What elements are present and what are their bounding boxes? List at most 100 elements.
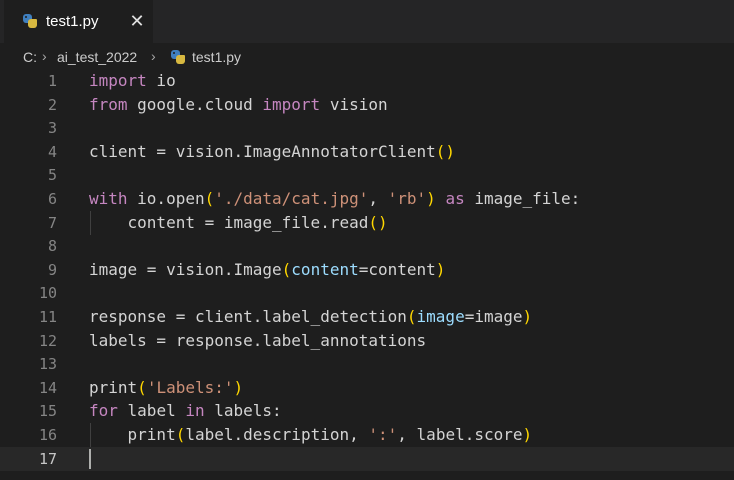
line-number: 10 <box>38 284 57 303</box>
code-token: () <box>368 212 388 232</box>
line-number: 1 <box>47 72 57 90</box>
breadcrumb-folder[interactable]: ai_test_2022 <box>57 48 137 66</box>
code-token: content <box>291 259 359 279</box>
line-number: 13 <box>38 355 57 374</box>
code-token: ) <box>426 189 436 208</box>
code-token: ) <box>233 377 244 397</box>
line-code: content = image_file.read() <box>89 211 388 235</box>
code-token: client = vision.ImageAnnotatorClient <box>89 141 436 161</box>
line-number: 15 <box>38 402 57 421</box>
line-number: 11 <box>38 308 57 326</box>
code-line-1[interactable]: 1 import io <box>0 69 734 93</box>
chevron-right-icon: › <box>42 48 47 64</box>
code-line-6[interactable]: 6 with io.open('./data/cat.jpg', 'rb') as… <box>0 187 734 211</box>
code-token: io.open <box>127 189 205 208</box>
code-line-16[interactable]: 16 print(label.description, ':', label.s… <box>0 423 734 447</box>
code-token: ( <box>406 307 417 326</box>
breadcrumb-file[interactable]: test1.py <box>192 48 241 66</box>
line-code: for label in labels: <box>89 399 282 423</box>
code-token: label <box>117 401 186 421</box>
chevron-right-icon: › <box>151 48 156 64</box>
code-token: in <box>185 401 205 421</box>
code-editor-window: test1.py ✕ C: › ai_test_2022 › test1.py … <box>0 0 734 480</box>
code-token: vision <box>320 94 388 114</box>
code-token: google.cloud <box>127 94 263 114</box>
line-number: 8 <box>47 237 57 256</box>
code-token: ( <box>204 189 215 208</box>
code-token: ( <box>137 377 147 397</box>
python-file-icon <box>171 50 185 64</box>
close-icon[interactable]: ✕ <box>128 10 146 32</box>
line-number: 9 <box>47 260 57 279</box>
code-token: ) <box>522 425 533 444</box>
code-line-5[interactable]: 5 <box>0 163 734 187</box>
code-line-12[interactable]: 12 labels = response.label_annotations <box>0 329 734 353</box>
code-token: as <box>445 189 465 208</box>
code-line-9[interactable]: 9 image = vision.Image(content=content) <box>0 258 734 282</box>
code-line-10[interactable]: 10 <box>0 281 734 305</box>
code-token: content = image_file.read <box>89 212 369 232</box>
line-code: print('Labels:') <box>89 376 243 400</box>
line-number: 17 <box>38 449 57 468</box>
code-token: ) <box>435 259 446 279</box>
code-token: labels: <box>204 401 282 421</box>
code-line-15[interactable]: 15 for label in labels: <box>0 399 734 423</box>
line-number: 2 <box>47 95 57 114</box>
code-token: =content <box>358 259 436 279</box>
breadcrumb: C: › ai_test_2022 › test1.py <box>0 43 734 69</box>
code-token: with <box>89 189 128 208</box>
code-line-4[interactable]: 4 client = vision.ImageAnnotatorClient() <box>0 140 734 164</box>
line-code: response = client.label_detection(image=… <box>89 305 532 329</box>
code-token: 'rb' <box>387 189 427 208</box>
code-line-14[interactable]: 14 print('Labels:') <box>0 376 734 400</box>
code-token: label.description, <box>185 425 369 444</box>
line-number: 14 <box>38 378 57 397</box>
code-token: for <box>89 401 118 421</box>
code-token: labels = response.label_annotations <box>89 330 427 350</box>
line-number: 16 <box>38 426 57 444</box>
code-token: io <box>146 71 176 90</box>
code-line-13[interactable]: 13 <box>0 352 734 376</box>
code-line-17[interactable]: 17 <box>0 446 734 471</box>
code-token: ':' <box>368 425 398 444</box>
code-token: , <box>368 189 388 208</box>
code-line-3[interactable]: 3 <box>0 116 734 140</box>
code-token: print <box>89 425 176 444</box>
line-code: client = vision.ImageAnnotatorClient() <box>89 140 455 164</box>
code-token: ) <box>522 307 533 326</box>
tab-test1-py[interactable]: test1.py ✕ <box>4 0 153 43</box>
code-token: () <box>435 141 456 161</box>
line-code: print(label.description, ':', label.scor… <box>89 423 533 447</box>
code-token: ( <box>281 259 292 279</box>
code-token: image <box>416 307 465 326</box>
code-area[interactable]: 1 import io 2 from google.cloud import visi… <box>0 69 734 480</box>
code-token: , label.score <box>397 425 523 444</box>
code-token: response = client.label_detection <box>89 307 407 326</box>
code-token: =image <box>464 307 523 326</box>
code-token: import <box>262 94 321 114</box>
line-number: 12 <box>38 331 57 350</box>
text-cursor <box>89 448 91 469</box>
code-line-2[interactable]: 2 from google.cloud import vision <box>0 93 734 117</box>
tab-label: test1.py <box>46 13 99 30</box>
code-line-11[interactable]: 11 response = client.label_detection(imag… <box>0 305 734 329</box>
code-line-8[interactable]: 8 <box>0 234 734 258</box>
code-token: 'Labels:' <box>146 377 234 397</box>
python-file-icon <box>23 14 37 28</box>
code-line-7[interactable]: 7 content = image_file.read() <box>0 210 734 235</box>
line-code: labels = response.label_annotations <box>89 329 426 353</box>
line-code: with io.open('./data/cat.jpg', 'rb') as … <box>89 187 580 211</box>
code-token: ( <box>175 425 186 444</box>
code-token: from <box>89 94 128 114</box>
line-code: from google.cloud import vision <box>89 93 388 117</box>
code-token: './data/cat.jpg' <box>214 189 369 208</box>
line-number: 6 <box>47 190 57 208</box>
code-token: image = vision.Image <box>89 259 282 279</box>
line-code: image = vision.Image(content=content) <box>89 258 445 282</box>
tab-bar: test1.py ✕ <box>0 0 734 43</box>
code-token: print <box>89 377 138 397</box>
line-number: 5 <box>47 166 57 185</box>
breadcrumb-drive[interactable]: C: <box>23 48 37 66</box>
code-token: import <box>89 71 147 90</box>
